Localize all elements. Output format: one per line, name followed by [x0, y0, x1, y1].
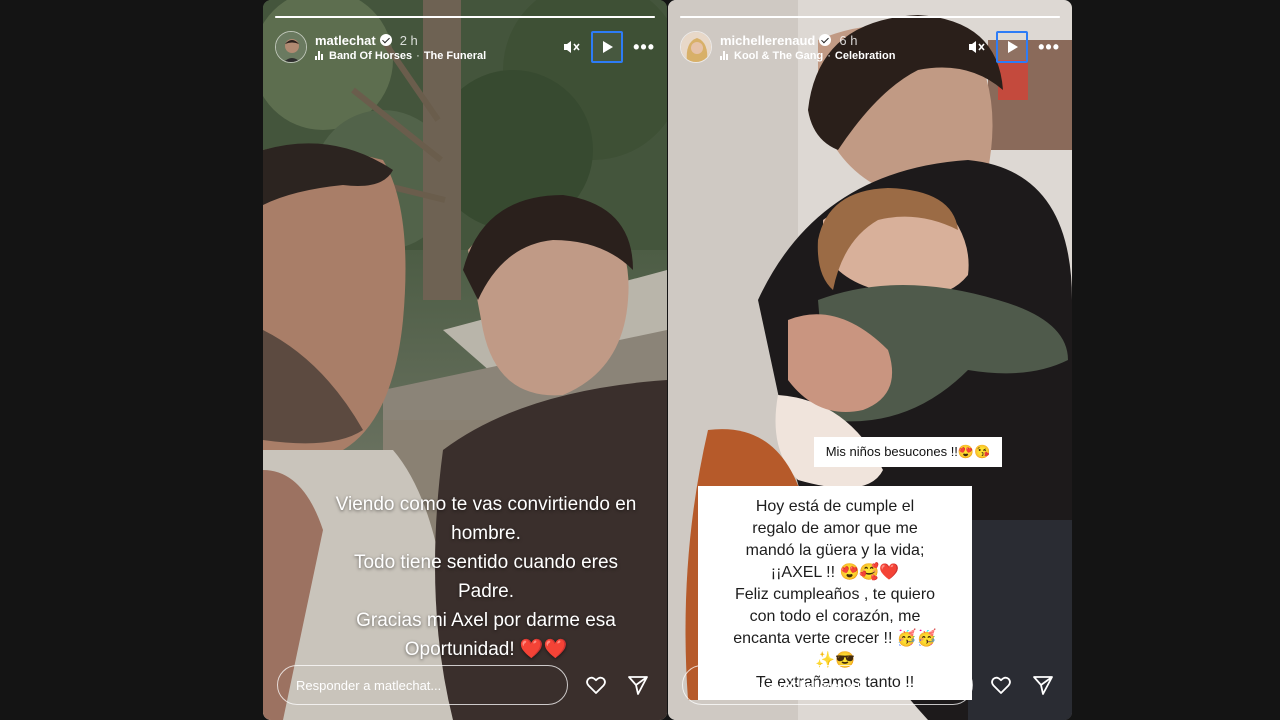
heart-icon[interactable] [584, 672, 610, 698]
verified-badge-icon [819, 34, 832, 46]
story-michellerenaud[interactable]: michellerenaud 6 h Kool & The Gang · Cel… [668, 0, 1072, 720]
stories-viewer: matlechat 2 h Band Of Horses · The Funer… [0, 0, 1280, 720]
sticker-line: mandó la güera y la vida; [745, 542, 925, 559]
more-options-icon[interactable]: ••• [633, 37, 655, 58]
post-time: 6 h [839, 32, 858, 48]
caption-line: Padre. [458, 581, 514, 602]
avatar[interactable] [275, 31, 307, 63]
story-footer: Responder a matlechat... [277, 664, 651, 706]
sticker-line: encanta verte crecer !! 🥳🥳 [733, 630, 937, 647]
speaker-muted-icon[interactable] [561, 37, 581, 57]
story-progress-bar [680, 16, 1060, 18]
music-separator: · [827, 49, 831, 62]
music-attribution[interactable]: Kool & The Gang · Celebration [720, 50, 966, 62]
reply-input[interactable]: Responder a michellerenaud... [682, 665, 973, 705]
avatar[interactable] [680, 31, 712, 63]
story-header: matlechat 2 h Band Of Horses · The Funer… [275, 28, 655, 66]
story-progress-bar [275, 16, 655, 18]
music-bars-icon [720, 51, 730, 60]
verified-badge-icon [379, 34, 392, 46]
story-caption: Viendo como te vas convirtiendo en hombr… [313, 490, 659, 664]
paper-plane-icon[interactable] [625, 672, 651, 698]
post-time: 2 h [399, 32, 418, 48]
story-footer: Responder a michellerenaud... [682, 664, 1056, 706]
username-link[interactable]: michellerenaud [720, 33, 815, 48]
music-track: The Funeral [423, 49, 487, 62]
caption-line: Oportunidad! ❤️❤️ [404, 639, 568, 660]
sticker-line: regalo de amor que me [752, 520, 918, 537]
story-meta: michellerenaud 6 h Kool & The Gang · Cel… [720, 33, 966, 62]
progress-fill [680, 16, 1060, 18]
sticker-line: Hoy está de cumple el [755, 498, 915, 515]
story-matlechat[interactable]: matlechat 2 h Band Of Horses · The Funer… [263, 0, 667, 720]
caption-line: Todo tiene sentido cuando eres [353, 552, 619, 573]
more-options-icon[interactable]: ••• [1038, 37, 1060, 58]
music-attribution[interactable]: Band Of Horses · The Funeral [315, 50, 561, 62]
speaker-muted-icon[interactable] [966, 37, 986, 57]
text-sticker-small: Mis niños besucones !!😍😘 [814, 437, 1002, 467]
music-separator: · [416, 49, 420, 62]
play-button[interactable] [591, 31, 624, 63]
caption-line: Viendo como te vas convirtiendo en [335, 494, 637, 515]
sticker-line: Feliz cumpleaños , te quiero [734, 586, 936, 603]
username-link[interactable]: matlechat [315, 33, 376, 48]
user-line: matlechat 2 h [315, 33, 561, 48]
story-header: michellerenaud 6 h Kool & The Gang · Cel… [680, 28, 1060, 66]
sticker-line: ¡¡AXEL !! 😍🥰❤️ [770, 564, 900, 581]
caption-line: hombre. [451, 523, 521, 544]
story-meta: matlechat 2 h Band Of Horses · The Funer… [315, 33, 561, 62]
paper-plane-icon[interactable] [1030, 672, 1056, 698]
story-controls: ••• [966, 31, 1060, 63]
heart-icon[interactable] [989, 672, 1015, 698]
play-button[interactable] [996, 31, 1029, 63]
music-bars-icon [315, 51, 325, 60]
user-line: michellerenaud 6 h [720, 33, 966, 48]
progress-fill [275, 16, 655, 18]
sticker-line: con todo el corazón, me [749, 608, 921, 625]
music-artist: Band Of Horses [329, 49, 413, 62]
reply-input[interactable]: Responder a matlechat... [277, 665, 568, 705]
story-controls: ••• [561, 31, 655, 63]
caption-line: Gracias mi Axel por darme esa [356, 610, 616, 631]
play-icon [1008, 41, 1019, 53]
music-artist: Kool & The Gang [734, 49, 824, 62]
music-track: Celebration [834, 49, 896, 62]
play-icon [603, 41, 614, 53]
